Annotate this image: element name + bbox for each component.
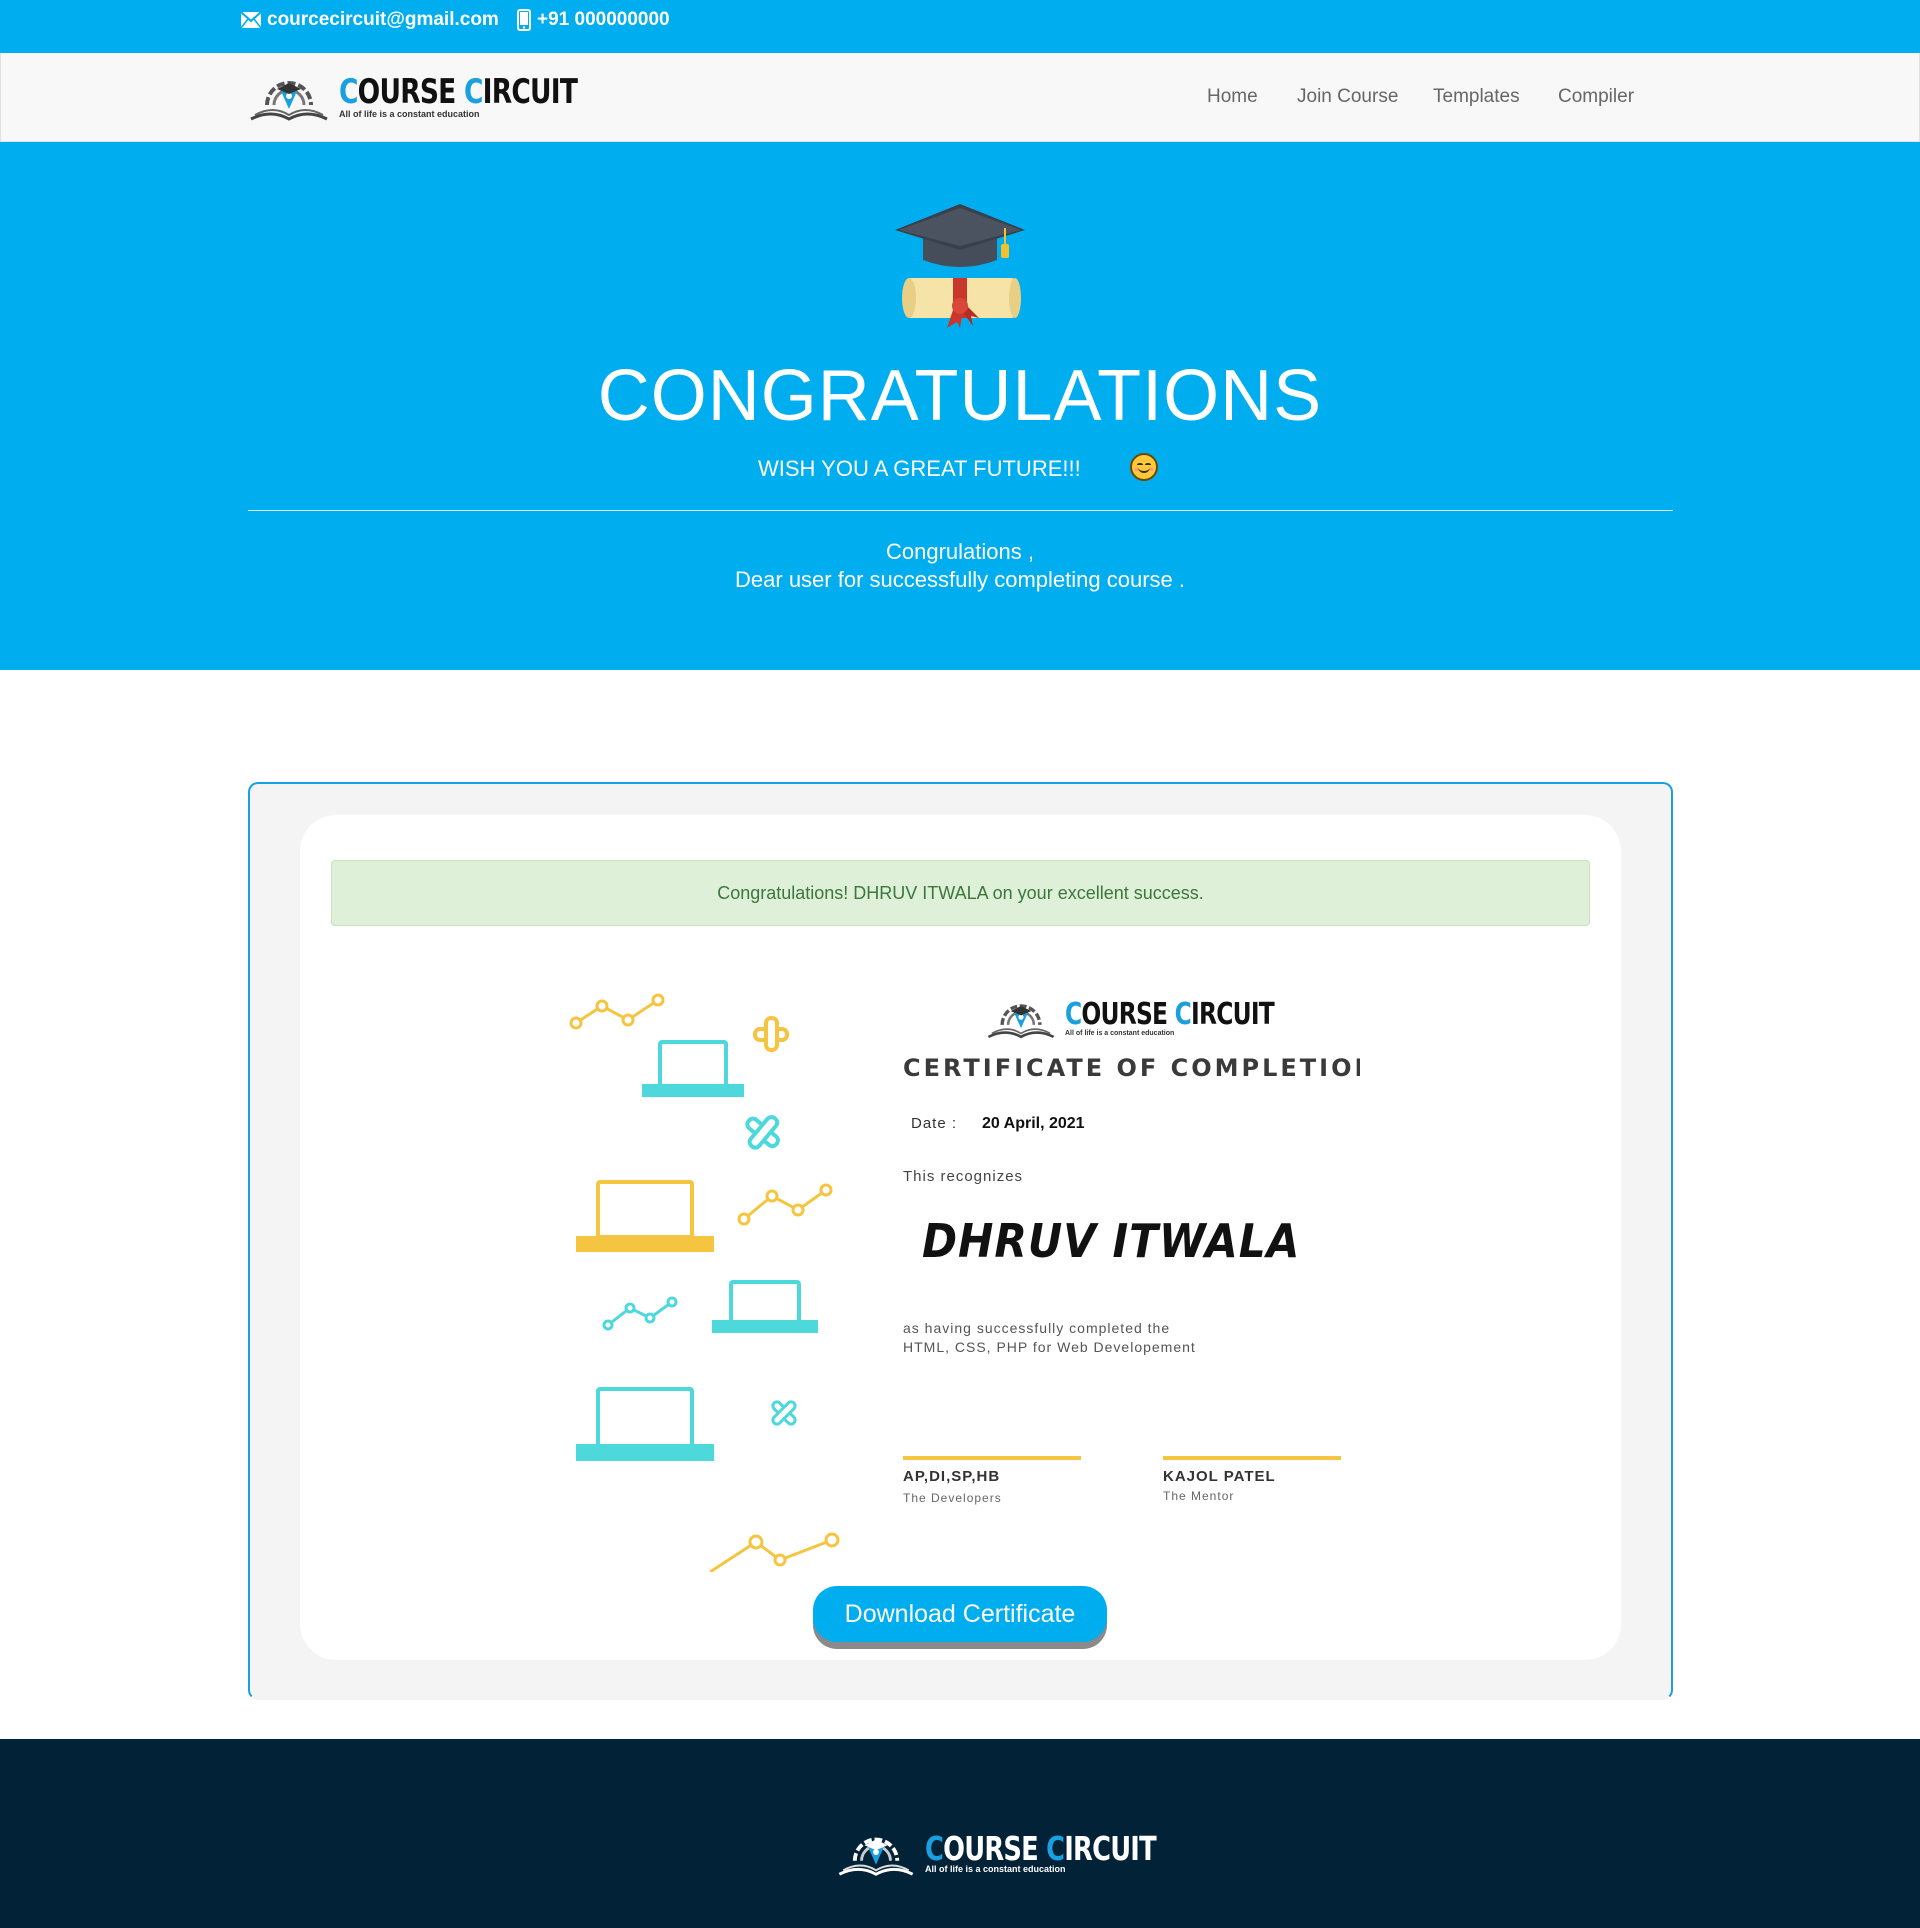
footer-logo[interactable]: COURSE CIRCUIT All of life is a constant…	[835, 1826, 1221, 1880]
brand-second-rest: IRCUIT	[1064, 1829, 1156, 1868]
certificate-decoration	[569, 993, 840, 1572]
certificate-image: COURSE CIRCUIT All of life is a constant…	[560, 982, 1360, 1572]
nav-templates[interactable]: Templates	[1433, 86, 1520, 108]
signer-developers-name: AP,DI,SP,HB	[903, 1468, 1001, 1485]
signature-line-mentor	[1163, 1456, 1341, 1460]
laptop-icon	[576, 1387, 714, 1461]
hero-subtitle: WISH YOU A GREAT FUTURE!!!	[758, 456, 1081, 481]
contact-email-text: courcecircuit@gmail.com	[267, 9, 499, 30]
brand-first-rest: OURSE	[943, 1829, 1039, 1868]
contact-phone[interactable]: +91 000000000	[517, 0, 670, 40]
nav-compiler[interactable]: Compiler	[1558, 86, 1634, 108]
top-contact-bar: courcecircuit@gmail.com +91 000000000	[0, 0, 1920, 53]
signer-mentor-name: KAJOL PATEL	[1163, 1468, 1276, 1485]
hero-banner: CONGRATULATIONS WISH YOU A GREAT FUTURE!…	[0, 142, 1920, 670]
hero-message-line2: Dear user for successfully completing co…	[735, 567, 1185, 592]
footer: COURSE CIRCUIT All of life is a constant…	[0, 1739, 1920, 1928]
brand-second-cap: C	[463, 72, 483, 112]
hero-divider	[248, 510, 1673, 511]
certificate-date: 20 April, 2021	[982, 1115, 1085, 1132]
certificate-logo-text: COURSE CIRCUIT All of life is a constant…	[1065, 996, 1333, 1037]
smiling-face-icon	[1130, 453, 1158, 481]
logo-book-emblem-icon	[838, 1837, 914, 1876]
logo-book-emblem-icon	[250, 81, 328, 121]
plus-icon	[753, 1016, 789, 1052]
signature-line-developers	[903, 1456, 1081, 1460]
logo-book-emblem-icon	[987, 1004, 1055, 1039]
certificate-recognizes: This recognizes	[903, 1168, 1024, 1185]
download-certificate-button[interactable]: Download Certificate	[813, 1586, 1107, 1642]
site-logo[interactable]: COURSE CIRCUIT All of life is a constant…	[247, 69, 644, 125]
certificate-logo: COURSE CIRCUIT All of life is a constant…	[985, 994, 1333, 1042]
nav-join-course[interactable]: Join Course	[1297, 86, 1398, 108]
contact-phone-text: +91 000000000	[537, 9, 670, 30]
signer-developers-role: The Developers	[903, 1491, 1002, 1505]
brand-second-cap: C	[1174, 996, 1192, 1032]
brand-first-cap: C	[339, 72, 358, 112]
hero-title: CONGRATULATIONS	[597, 356, 1323, 436]
laptop-icon	[642, 1040, 744, 1097]
brand-second-cap: C	[1046, 1829, 1065, 1868]
footer-logo-text: COURSE CIRCUIT All of life is a constant…	[925, 1832, 1221, 1874]
laptop-icon	[712, 1280, 818, 1333]
certificate-body-line2: HTML, CSS, PHP for Web Developement	[903, 1339, 1196, 1355]
certificate-title: CERTIFICATE OF COMPLETION	[903, 1054, 1360, 1082]
brand-first-rest: OURSE	[357, 72, 457, 112]
cross-icon	[745, 1115, 780, 1150]
navbar: COURSE CIRCUIT All of life is a constant…	[0, 53, 1920, 142]
hero-message-line1: Congrulations ,	[886, 539, 1034, 564]
laptop-icon	[576, 1180, 714, 1252]
graduation-cap-diploma-icon	[895, 204, 1025, 328]
nav-home[interactable]: Home	[1207, 86, 1258, 108]
contact-email[interactable]: courcecircuit@gmail.com	[241, 0, 499, 40]
hero-message: Congrulations , Dear user for successful…	[0, 538, 1920, 594]
logo-text: COURSE CIRCUIT All of life is a constant…	[339, 75, 644, 119]
mail-icon	[241, 12, 261, 28]
brand-first-rest: OURSE	[1081, 996, 1168, 1032]
certificate-recipient-name: DHRUV ITWALA	[922, 1214, 1301, 1268]
success-alert: Congratulations! DHRUV ITWALA on your ex…	[331, 860, 1590, 926]
certificate-date-label: Date :	[911, 1115, 958, 1132]
mobile-phone-icon	[517, 9, 531, 31]
brand-second-rest: IRCUIT	[482, 72, 578, 112]
brand-first-cap: C	[925, 1829, 944, 1868]
brand-first-cap: C	[1065, 996, 1082, 1032]
brand-second-rest: IRCUIT	[1191, 996, 1275, 1032]
certificate-body-line1: as having successfully completed the	[903, 1320, 1171, 1336]
signer-mentor-role: The Mentor	[1163, 1489, 1235, 1503]
